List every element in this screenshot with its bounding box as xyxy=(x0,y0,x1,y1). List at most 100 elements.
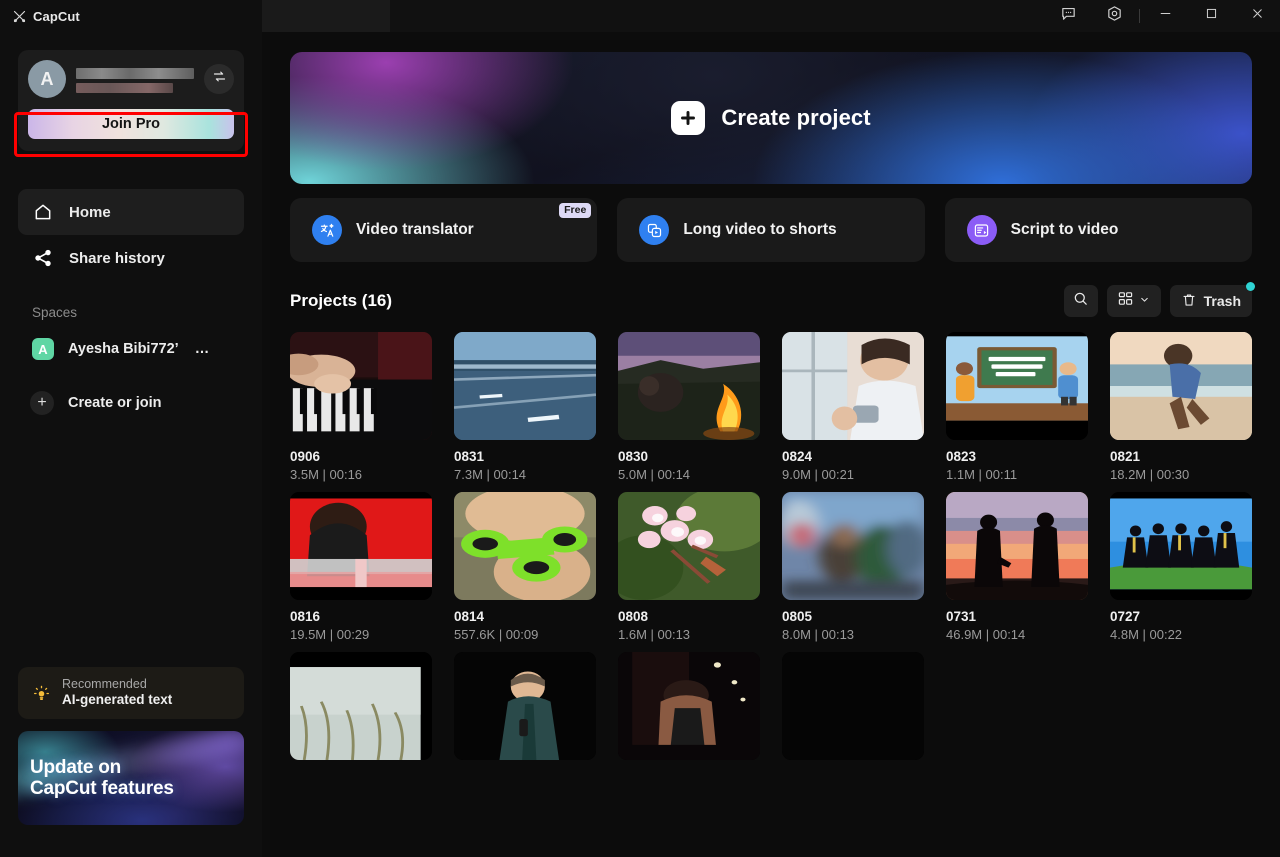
project-thumbnail xyxy=(454,332,596,440)
promo-line-1: Update on xyxy=(30,757,174,778)
create-project-banner[interactable]: Create project xyxy=(290,52,1252,184)
project-card[interactable]: 0906 3.5M | 00:16 xyxy=(290,332,432,482)
feedback-button[interactable] xyxy=(1045,0,1091,32)
project-card[interactable]: 0824 9.0M | 00:21 xyxy=(782,332,924,482)
sidebar-bottom: Recommended AI-generated text Update on … xyxy=(18,667,244,857)
gear-hex-icon xyxy=(1106,5,1123,27)
title-bar: CapCut xyxy=(0,0,1280,32)
project-card[interactable] xyxy=(454,652,596,769)
close-button[interactable] xyxy=(1234,0,1280,32)
promo-banner[interactable]: Update on CapCut features xyxy=(18,731,244,825)
project-thumbnail xyxy=(1110,492,1252,600)
project-name: 0816 xyxy=(290,609,432,624)
project-thumbnail xyxy=(290,332,432,440)
project-name: 0808 xyxy=(618,609,760,624)
quick-action-long-video-to-shorts[interactable]: Long video to shorts xyxy=(617,198,924,262)
space-name-label: Ayesha Bibi772’ xyxy=(68,341,179,357)
controls-divider xyxy=(1139,9,1140,23)
trash-label: Trash xyxy=(1204,293,1241,309)
project-name: 0830 xyxy=(618,449,760,464)
quick-action-label: Video translator xyxy=(356,221,474,239)
switch-account-button[interactable] xyxy=(204,64,234,94)
username-redacted xyxy=(76,68,194,79)
project-name: 0731 xyxy=(946,609,1088,624)
maximize-icon xyxy=(1204,6,1219,26)
account-card[interactable]: A Join Pro xyxy=(18,50,244,151)
project-meta: 8.0M | 00:13 xyxy=(782,627,924,642)
trash-button[interactable]: Trash xyxy=(1170,285,1252,317)
project-meta: 9.0M | 00:21 xyxy=(782,467,924,482)
recommended-text: Recommended AI-generated text xyxy=(62,677,172,710)
quick-action-label: Long video to shorts xyxy=(683,221,836,239)
quick-action-video-translator[interactable]: Video translator Free xyxy=(290,198,597,262)
project-thumbnail xyxy=(782,652,924,760)
account-info xyxy=(76,66,194,93)
project-name: 0821 xyxy=(1110,449,1252,464)
project-name: 0805 xyxy=(782,609,924,624)
recommended-eyebrow: Recommended xyxy=(62,677,172,693)
project-name: 0727 xyxy=(1110,609,1252,624)
project-card[interactable] xyxy=(618,652,760,769)
project-thumbnail xyxy=(782,492,924,600)
title-bar-tab-zone[interactable] xyxy=(262,0,390,32)
recommended-title: AI-generated text xyxy=(62,692,172,709)
project-card[interactable]: 0727 4.8M | 00:22 xyxy=(1110,492,1252,642)
projects-header: Projects (16) xyxy=(290,284,1252,318)
video-cut-icon xyxy=(639,215,669,245)
trash-icon xyxy=(1181,292,1197,311)
maximize-button[interactable] xyxy=(1188,0,1234,32)
join-pro-button[interactable]: Join Pro xyxy=(28,109,234,139)
create-or-join-button[interactable]: + Create or join xyxy=(18,382,244,424)
project-card[interactable] xyxy=(290,652,432,769)
project-thumbnail xyxy=(782,332,924,440)
plus-square-icon xyxy=(671,101,705,135)
project-meta: 4.8M | 00:22 xyxy=(1110,627,1252,642)
project-card[interactable]: 0808 1.6M | 00:13 xyxy=(618,492,760,642)
create-project-inner: Create project xyxy=(671,101,870,135)
avatar: A xyxy=(28,60,66,98)
sidebar-item-space[interactable]: A Ayesha Bibi772’ … xyxy=(18,328,244,370)
share-icon xyxy=(32,248,53,269)
project-card[interactable]: 0805 8.0M | 00:13 xyxy=(782,492,924,642)
quick-actions-row: Video translator Free Long video to shor… xyxy=(290,198,1252,262)
project-card[interactable]: 0823 1.1M | 00:11 xyxy=(946,332,1088,482)
project-card[interactable]: 0821 18.2M | 00:30 xyxy=(1110,332,1252,482)
translate-icon xyxy=(312,215,342,245)
create-or-join-label: Create or join xyxy=(68,395,161,411)
view-mode-button[interactable] xyxy=(1107,285,1161,317)
project-card[interactable]: 0816 19.5M | 00:29 xyxy=(290,492,432,642)
sidebar-item-home[interactable]: Home xyxy=(18,189,244,235)
plus-icon: + xyxy=(30,391,54,415)
recommended-card[interactable]: Recommended AI-generated text xyxy=(18,667,244,719)
project-card[interactable] xyxy=(782,652,924,769)
sidebar-item-share-history[interactable]: Share history xyxy=(18,235,244,281)
grid-view-icon xyxy=(1117,290,1134,312)
project-thumbnail xyxy=(290,652,432,760)
trash-notification-dot xyxy=(1246,282,1255,291)
project-thumbnail xyxy=(290,492,432,600)
bottom-scrollbar[interactable] xyxy=(262,850,1280,857)
main-content: Create project Video translator Free xyxy=(262,32,1280,857)
project-thumbnail xyxy=(946,332,1088,440)
project-meta: 18.2M | 00:30 xyxy=(1110,467,1252,482)
project-card[interactable]: 0831 7.3M | 00:14 xyxy=(454,332,596,482)
window-controls xyxy=(1045,0,1280,32)
search-button[interactable] xyxy=(1064,285,1098,317)
lightbulb-icon xyxy=(30,682,52,704)
project-card[interactable]: 0830 5.0M | 00:14 xyxy=(618,332,760,482)
script-icon xyxy=(967,215,997,245)
project-thumbnail xyxy=(454,492,596,600)
project-card[interactable]: 0731 46.9M | 00:14 xyxy=(946,492,1088,642)
sidebar: A Join Pro xyxy=(0,32,262,857)
project-meta: 7.3M | 00:14 xyxy=(454,467,596,482)
space-overflow-label: … xyxy=(195,341,210,357)
project-card[interactable]: 0814 557.6K | 00:09 xyxy=(454,492,596,642)
project-thumbnail xyxy=(1110,332,1252,440)
quick-action-script-to-video[interactable]: Script to video xyxy=(945,198,1252,262)
project-meta: 46.9M | 00:14 xyxy=(946,627,1088,642)
settings-button[interactable] xyxy=(1091,0,1137,32)
promo-text: Update on CapCut features xyxy=(18,757,174,800)
minimize-button[interactable] xyxy=(1142,0,1188,32)
project-thumbnail xyxy=(618,492,760,600)
spaces-section-label: Spaces xyxy=(18,305,244,320)
